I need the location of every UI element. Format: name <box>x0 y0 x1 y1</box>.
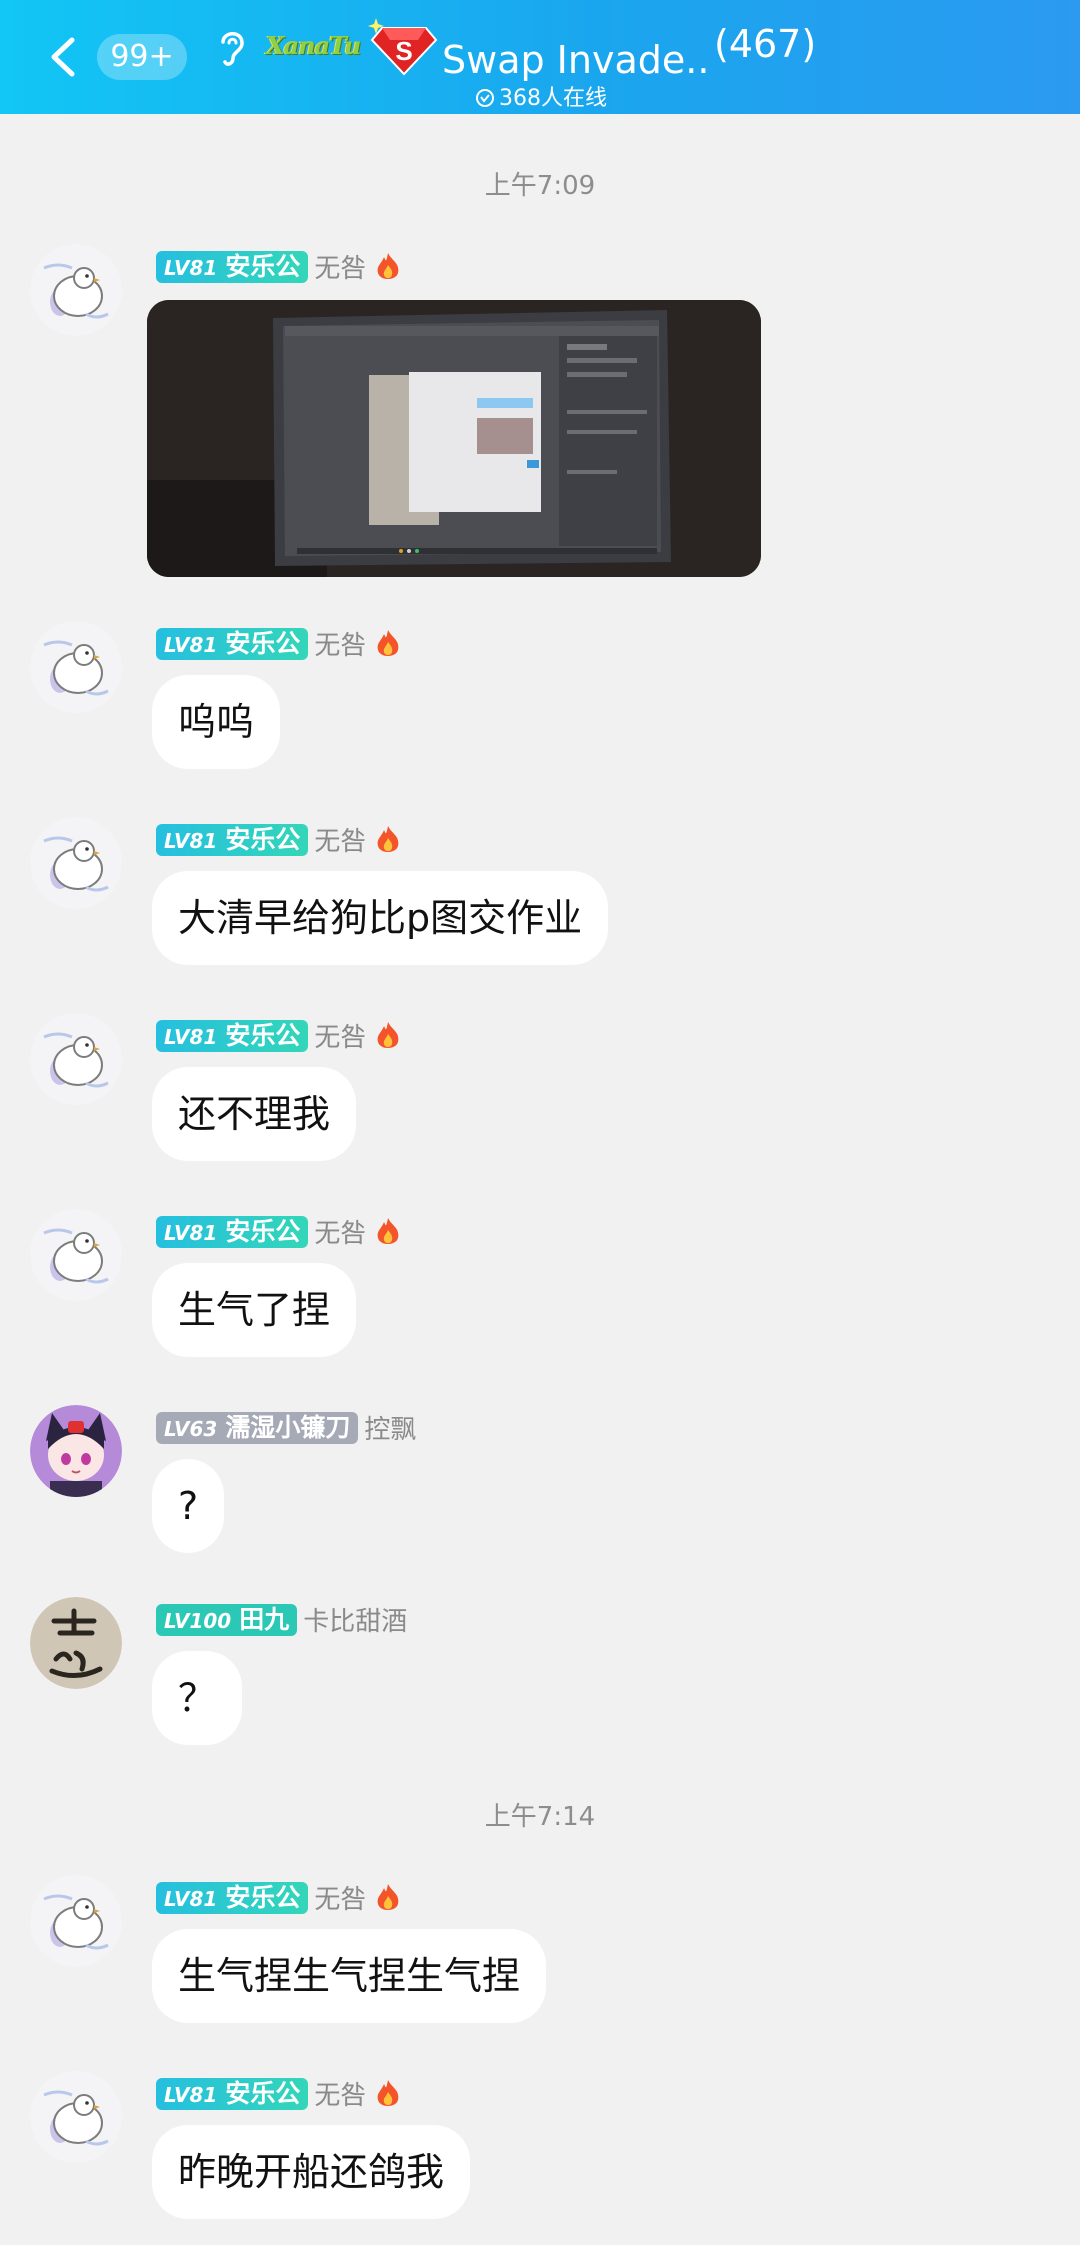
avatar[interactable] <box>30 1875 122 1967</box>
flame-icon <box>377 629 399 656</box>
message-bubble[interactable]: 生气捏生气捏生气捏 <box>152 1929 547 2023</box>
avatar[interactable] <box>30 621 122 713</box>
chat-header: 99+ XanaTu S Swap Invade... (467) 368人在线 <box>0 0 1080 114</box>
sender-line: LV81 安乐公 无咎 <box>156 1017 402 1053</box>
avatar[interactable] <box>30 1597 122 1689</box>
member-title: 无咎 <box>314 827 367 857</box>
level-badge: LV81 安乐公 <box>156 1215 309 1248</box>
ruby-gem-icon: S <box>368 18 438 76</box>
online-status[interactable]: 368人在线 <box>475 86 607 112</box>
avatar[interactable] <box>30 1209 122 1301</box>
unread-badge[interactable]: 99+ <box>97 34 187 80</box>
member-title: 无咎 <box>314 631 367 661</box>
level-badge: LV81 安乐公 <box>156 1881 309 1914</box>
sender-line: LV81 安乐公 无咎 <box>156 2075 402 2111</box>
sender-line: LV81 安乐公 无咎 <box>156 1213 402 1249</box>
sender-line: LV81 安乐公 无咎 <box>156 625 402 661</box>
back-arrow-icon[interactable] <box>46 36 82 78</box>
level-badge: LV81 安乐公 <box>156 627 309 660</box>
level-badge: LV81 安乐公 <box>156 250 309 283</box>
avatar[interactable] <box>30 244 122 336</box>
level-badge: LV100 田九 <box>156 1603 298 1636</box>
message-bubble[interactable]: 昨晚开船还鸽我 <box>152 2125 471 2219</box>
message-bubble[interactable]: 生气了捏 <box>152 1263 357 1357</box>
message-bubble[interactable]: ？ <box>152 1651 243 1745</box>
online-check-icon <box>476 89 494 107</box>
avatar[interactable] <box>30 1013 122 1105</box>
flame-icon <box>377 825 399 852</box>
sender-line: LV81 安乐公 无咎 <box>156 248 402 284</box>
message-bubble[interactable]: 大清早给狗比p图交作业 <box>152 871 609 965</box>
flame-icon <box>377 1021 399 1048</box>
level-badge: LV63 濡湿小镰刀 <box>156 1411 359 1444</box>
member-count: (467) <box>714 22 817 66</box>
avatar[interactable] <box>30 1405 122 1497</box>
message-bubble[interactable]: 还不理我 <box>152 1067 357 1161</box>
sender-line: LV63 濡湿小镰刀 控飘 <box>156 1409 416 1445</box>
online-count-text: 368人在线 <box>499 86 607 111</box>
flame-icon <box>377 252 399 279</box>
level-badge: LV81 安乐公 <box>156 2077 309 2110</box>
member-title: 卡比甜酒 <box>303 1607 408 1637</box>
level-badge: LV81 安乐公 <box>156 1019 309 1052</box>
member-title: 无咎 <box>314 1885 367 1915</box>
level-badge: LV81 安乐公 <box>156 823 309 856</box>
flame-icon <box>377 1883 399 1910</box>
sender-line: LV100 田九 卡比甜酒 <box>156 1601 407 1637</box>
chat-image[interactable] <box>147 300 761 577</box>
avatar[interactable] <box>30 817 122 909</box>
group-logo: XanaTu <box>266 31 361 60</box>
ear-icon[interactable] <box>215 26 249 70</box>
avatar[interactable] <box>30 2071 122 2163</box>
member-title: 无咎 <box>314 2081 367 2111</box>
message-bubble[interactable]: ? <box>152 1459 225 1553</box>
member-title: 控飘 <box>364 1415 417 1445</box>
message-bubble[interactable]: 呜呜 <box>152 675 281 769</box>
member-title: 无咎 <box>314 1219 367 1249</box>
member-title: 无咎 <box>314 254 367 284</box>
sender-line: LV81 安乐公 无咎 <box>156 821 402 857</box>
flame-icon <box>377 2079 399 2106</box>
sender-line: LV81 安乐公 无咎 <box>156 1879 402 1915</box>
group-title[interactable]: Swap Invade... <box>442 34 712 86</box>
timestamp: 上午7:09 <box>484 171 596 201</box>
timestamp: 上午7:14 <box>484 1802 596 1832</box>
member-title: 无咎 <box>314 1023 367 1053</box>
flame-icon <box>377 1217 399 1244</box>
svg-text:S: S <box>395 36 412 66</box>
